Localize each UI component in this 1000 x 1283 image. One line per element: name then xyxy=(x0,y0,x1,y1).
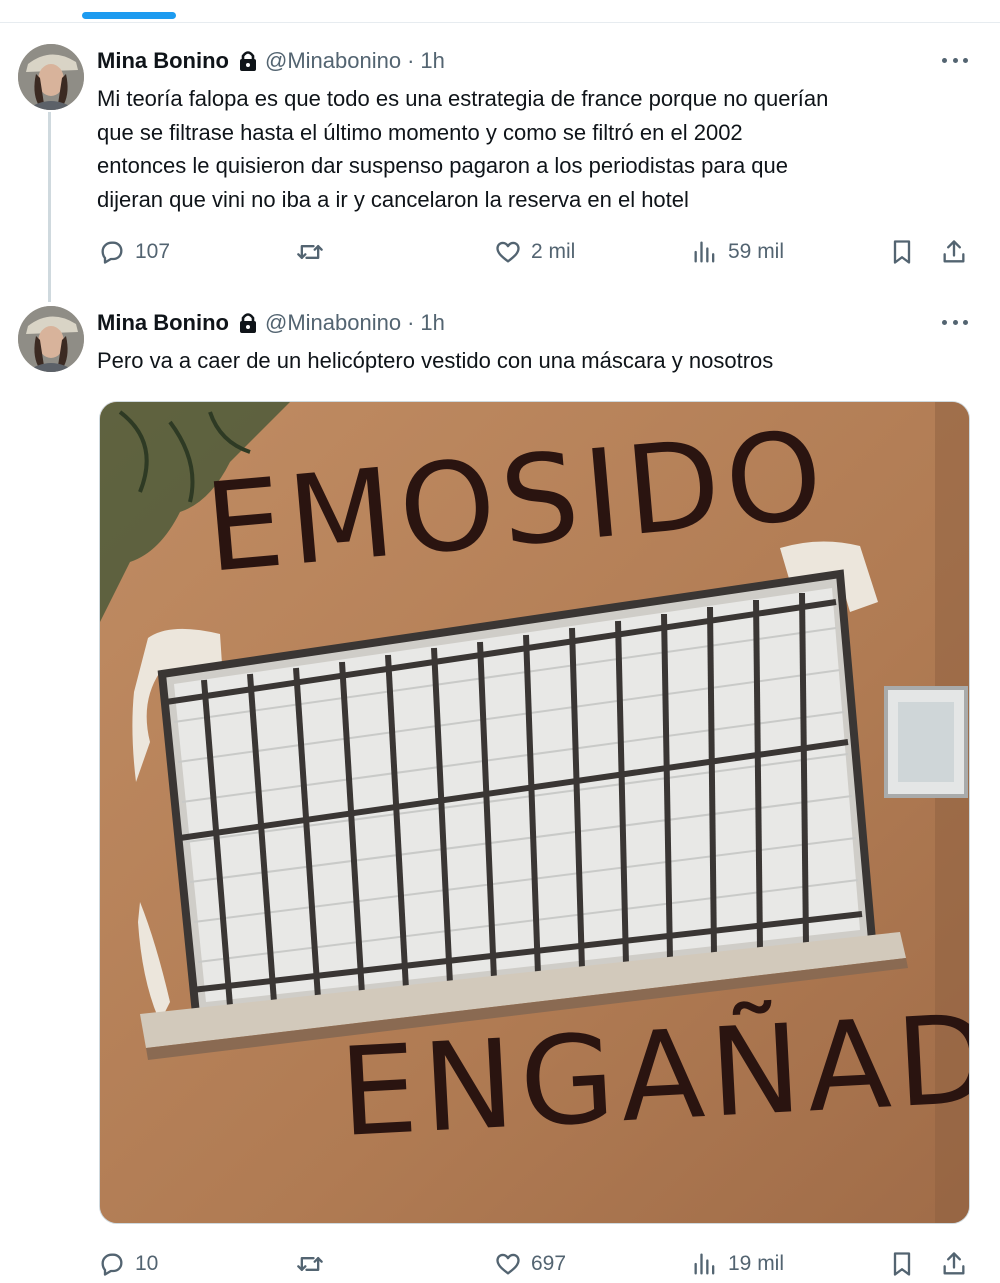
heart-icon xyxy=(496,1253,520,1275)
lock-icon xyxy=(239,313,256,333)
bookmark-icon xyxy=(893,1252,911,1276)
tweet[interactable]: Mina Bonino @Minabonino · 1h Pero va a c… xyxy=(0,298,1000,1283)
tweet-text-line: que se filtrase hasta el último momento … xyxy=(97,119,743,145)
top-divider xyxy=(0,22,1000,23)
reply-count: 107 xyxy=(135,240,171,263)
separator-dot: · xyxy=(407,48,415,73)
reply-button[interactable]: 10 xyxy=(98,1246,158,1282)
tweet-actions: 10 697 19 mil xyxy=(0,1246,1000,1283)
tweet-text-line: dijeran que vini no iba a ir y cancelaro… xyxy=(97,186,689,212)
repost-button[interactable] xyxy=(296,234,333,270)
tweet-header: Mina Bonino @Minabonino · 1h xyxy=(97,46,445,76)
views-button[interactable]: 19 mil xyxy=(691,1246,784,1282)
author-handle[interactable]: @Minabonino xyxy=(265,48,401,74)
separator-dot: · xyxy=(407,310,415,335)
lock-icon xyxy=(239,51,256,71)
tweet-text: Pero va a caer de un helicóptero vestido… xyxy=(97,344,977,378)
repost-icon xyxy=(297,1257,323,1271)
reply-button[interactable]: 107 xyxy=(98,234,170,270)
tweet[interactable]: Mina Bonino @Minabonino · 1h Mi teoría f… xyxy=(0,36,1000,302)
author-name[interactable]: Mina Bonino xyxy=(97,310,229,336)
tweet-actions: 107 2 mil 59 mil xyxy=(0,234,1000,274)
author-handle[interactable]: @Minabonino xyxy=(265,310,401,336)
tweet-text-line: entonces le quisieron dar suspenso pagar… xyxy=(97,153,789,178)
share-icon xyxy=(943,240,965,263)
tweet-text-line: Pero va a caer de un helicóptero vestido… xyxy=(97,348,774,373)
more-options-icon[interactable] xyxy=(938,312,972,332)
reply-icon xyxy=(101,1253,123,1276)
tweet-image[interactable]: EMOSIDO ENGAÑADO xyxy=(99,401,970,1224)
bookmark-button[interactable] xyxy=(888,234,925,270)
repost-icon xyxy=(297,245,323,259)
avatar[interactable] xyxy=(18,44,84,110)
repost-button[interactable] xyxy=(296,1246,333,1282)
avatar-photo xyxy=(18,44,84,110)
bookmark-icon xyxy=(893,240,911,264)
avatar[interactable] xyxy=(18,306,84,372)
reply-count: 10 xyxy=(135,1252,159,1275)
views-button[interactable]: 59 mil xyxy=(691,234,784,270)
heart-icon xyxy=(496,241,520,263)
like-button[interactable]: 697 xyxy=(494,1246,566,1282)
like-button[interactable]: 2 mil xyxy=(494,234,575,270)
timestamp[interactable]: 1h xyxy=(420,310,444,336)
like-count: 2 mil xyxy=(531,240,576,263)
share-button[interactable] xyxy=(940,1246,977,1282)
timestamp[interactable]: 1h xyxy=(420,48,444,74)
bookmark-button[interactable] xyxy=(888,1246,925,1282)
share-button[interactable] xyxy=(940,234,977,270)
tweet-text: Mi teoría falopa es que todo es una estr… xyxy=(97,82,977,216)
active-tab-indicator xyxy=(82,12,176,19)
share-icon xyxy=(943,1252,965,1275)
more-options-icon[interactable] xyxy=(938,50,972,70)
like-count: 697 xyxy=(531,1252,567,1275)
author-name[interactable]: Mina Bonino xyxy=(97,48,229,74)
analytics-icon xyxy=(694,241,715,263)
view-count: 19 mil xyxy=(728,1252,785,1275)
tweet-text-line: Mi teoría falopa es que todo es una estr… xyxy=(97,86,829,111)
avatar-photo xyxy=(18,306,84,372)
tweet-header: Mina Bonino @Minabonino · 1h xyxy=(97,308,445,338)
view-count: 59 mil xyxy=(728,240,785,263)
reply-icon xyxy=(101,241,123,264)
analytics-icon xyxy=(694,1253,715,1275)
